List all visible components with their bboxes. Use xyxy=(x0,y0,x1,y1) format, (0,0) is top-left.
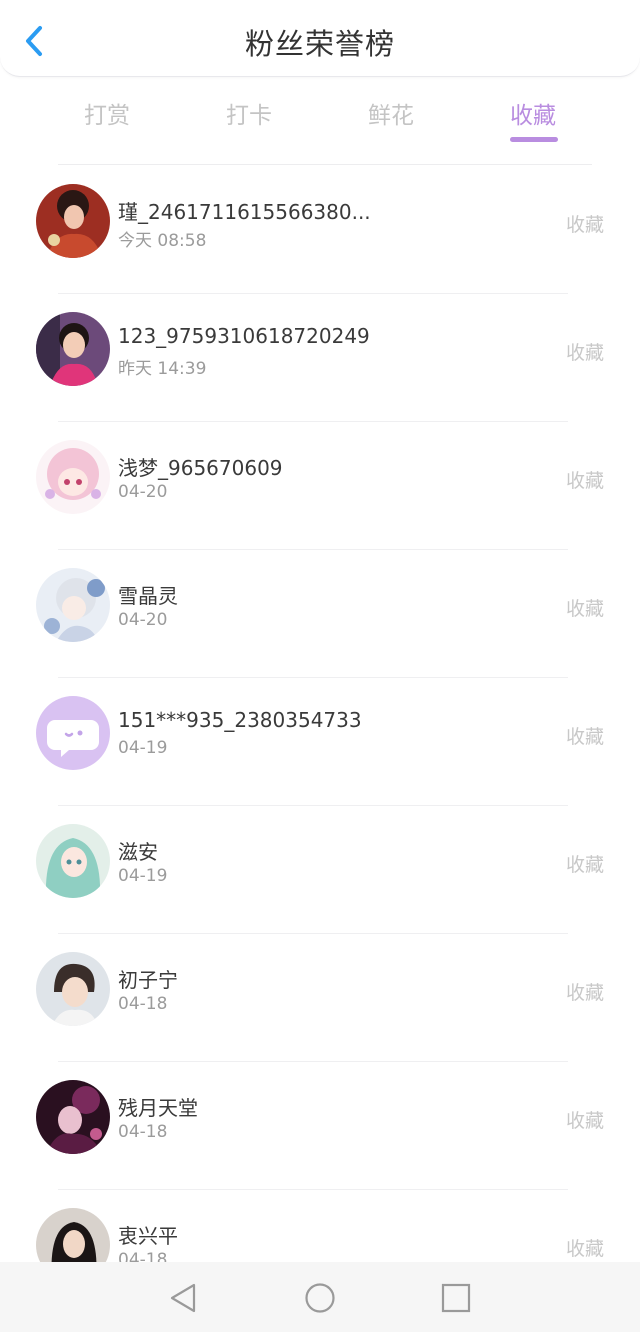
nav-recents-button[interactable] xyxy=(438,1280,474,1316)
avatar xyxy=(36,312,110,386)
list-item[interactable]: 151***935_2380354733 04-19 收藏 xyxy=(0,678,640,806)
fan-time: 今天 08:58 xyxy=(118,231,207,251)
action-label[interactable]: 收藏 xyxy=(566,466,604,493)
action-label[interactable]: 收藏 xyxy=(566,1234,604,1261)
fan-name: 雪晶灵 xyxy=(118,584,178,608)
tab-favorites-label: 收藏 xyxy=(510,103,556,129)
fan-name: 123_9759310618720249 xyxy=(118,324,370,348)
fan-time: 04-18 xyxy=(118,994,168,1014)
recents-square-icon xyxy=(441,1283,471,1313)
tab-flowers[interactable]: 鲜花 xyxy=(346,96,436,130)
fan-name: 浅梦_965670609 xyxy=(118,456,283,480)
action-label[interactable]: 收藏 xyxy=(566,210,604,237)
list-item[interactable]: 雪晶灵 04-20 收藏 xyxy=(0,550,640,678)
action-label[interactable]: 收藏 xyxy=(566,850,604,877)
avatar xyxy=(36,440,110,514)
tab-checkin[interactable]: 打卡 xyxy=(204,96,294,130)
action-label[interactable]: 收藏 xyxy=(566,722,604,749)
action-label[interactable]: 收藏 xyxy=(566,594,604,621)
tab-bar: 打赏 打卡 鲜花 收藏 xyxy=(0,76,640,166)
action-label[interactable]: 收藏 xyxy=(566,978,604,1005)
tab-favorites[interactable]: 收藏 xyxy=(488,96,578,142)
fan-time: 昨天 14:39 xyxy=(118,359,207,379)
avatar xyxy=(36,1080,110,1154)
nav-home-button[interactable] xyxy=(302,1280,338,1316)
chat-bubble-icon xyxy=(36,696,110,770)
fan-time: 04-19 xyxy=(118,866,168,886)
fan-name: 衷兴平 xyxy=(118,1224,178,1248)
home-circle-icon xyxy=(305,1283,335,1313)
fan-time: 04-18 xyxy=(118,1122,168,1142)
action-label[interactable]: 收藏 xyxy=(566,1106,604,1133)
avatar xyxy=(36,568,110,642)
fan-time: 04-20 xyxy=(118,610,168,630)
list-item[interactable]: 残月天堂 04-18 收藏 xyxy=(0,1062,640,1190)
fan-name: 残月天堂 xyxy=(118,1096,198,1120)
system-navigation-bar xyxy=(0,1262,640,1332)
list-item[interactable]: 滋安 04-19 收藏 xyxy=(0,806,640,934)
list-item[interactable]: 初子宁 04-18 收藏 xyxy=(0,934,640,1062)
fan-time: 04-20 xyxy=(118,482,168,502)
fan-name: 瑾_2461711615566380... xyxy=(118,200,371,224)
avatar xyxy=(36,824,110,898)
app-header: 粉丝荣誉榜 xyxy=(0,0,640,77)
nav-back-button[interactable] xyxy=(166,1280,202,1316)
fan-name: 滋安 xyxy=(118,840,158,864)
avatar xyxy=(36,952,110,1026)
divider xyxy=(58,164,592,165)
default-avatar xyxy=(36,696,110,770)
page-title: 粉丝荣誉榜 xyxy=(244,27,395,61)
list-item[interactable]: 瑾_2461711615566380... 今天 08:58 收藏 xyxy=(0,166,640,294)
action-label[interactable]: 收藏 xyxy=(566,338,604,365)
avatar xyxy=(36,184,110,258)
back-triangle-icon xyxy=(170,1283,196,1313)
active-tab-indicator xyxy=(510,137,558,142)
fan-time: 04-19 xyxy=(118,738,168,758)
list-item[interactable]: 浅梦_965670609 04-20 收藏 xyxy=(0,422,640,550)
list-item[interactable]: 123_9759310618720249 昨天 14:39 收藏 xyxy=(0,294,640,422)
fan-name: 初子宁 xyxy=(118,968,178,992)
tab-reward[interactable]: 打赏 xyxy=(62,96,152,130)
fan-name: 151***935_2380354733 xyxy=(118,708,362,732)
